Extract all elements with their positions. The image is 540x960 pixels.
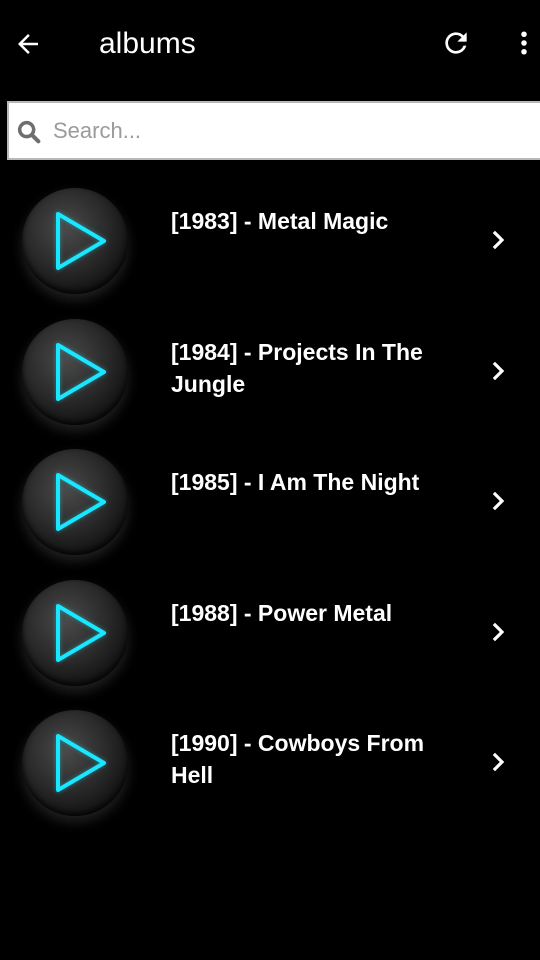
back-button[interactable] — [6, 22, 50, 66]
arrow-left-icon — [18, 34, 38, 54]
search-bar[interactable] — [7, 101, 540, 160]
play-button[interactable] — [22, 188, 128, 294]
album-list-item[interactable]: [1988] - Power Metal — [0, 567, 540, 698]
album-title: [1983] - Metal Magic — [171, 208, 389, 234]
refresh-button[interactable] — [434, 21, 478, 65]
more-vertical-icon — [521, 31, 527, 55]
refresh-icon — [445, 32, 467, 54]
play-icon — [55, 733, 107, 793]
top-app-bar: albums — [0, 0, 540, 88]
album-title: [1985] - I Am The Night — [171, 469, 420, 495]
app-screen: albums Search... [1983] - Metal Magic [1… — [0, 0, 540, 960]
more-options-button[interactable] — [502, 21, 540, 65]
play-icon — [55, 603, 107, 662]
play-icon — [55, 472, 107, 532]
play-button[interactable] — [22, 318, 128, 425]
search-icon — [17, 120, 41, 144]
album-title: [1984] - Projects In The Jungle — [171, 338, 423, 397]
album-title: [1990] - Cowboys From Hell — [171, 730, 425, 788]
album-list-item[interactable]: [1990] - Cowboys From Hell — [0, 697, 540, 828]
play-button[interactable] — [22, 579, 128, 686]
album-title: [1988] - Power Metal — [171, 599, 393, 626]
chevron-right-icon — [492, 622, 505, 641]
album-list-item[interactable]: [1984] - Projects In The Jungle — [0, 306, 540, 437]
album-list: [1983] - Metal Magic [1984] - Projects I… — [0, 175, 540, 828]
chevron-right-icon — [492, 752, 505, 772]
page-title: albums — [99, 27, 196, 60]
search-input[interactable] — [53, 109, 533, 153]
album-list-item[interactable]: [1983] - Metal Magic — [0, 175, 540, 306]
play-icon — [55, 342, 107, 401]
play-icon — [55, 211, 107, 271]
chevron-right-icon — [492, 230, 505, 250]
chevron-right-icon — [492, 361, 505, 380]
play-button[interactable] — [22, 449, 128, 555]
chevron-right-icon — [492, 491, 505, 511]
album-list-item[interactable]: [1985] - I Am The Night — [0, 436, 540, 567]
play-button[interactable] — [22, 710, 128, 816]
